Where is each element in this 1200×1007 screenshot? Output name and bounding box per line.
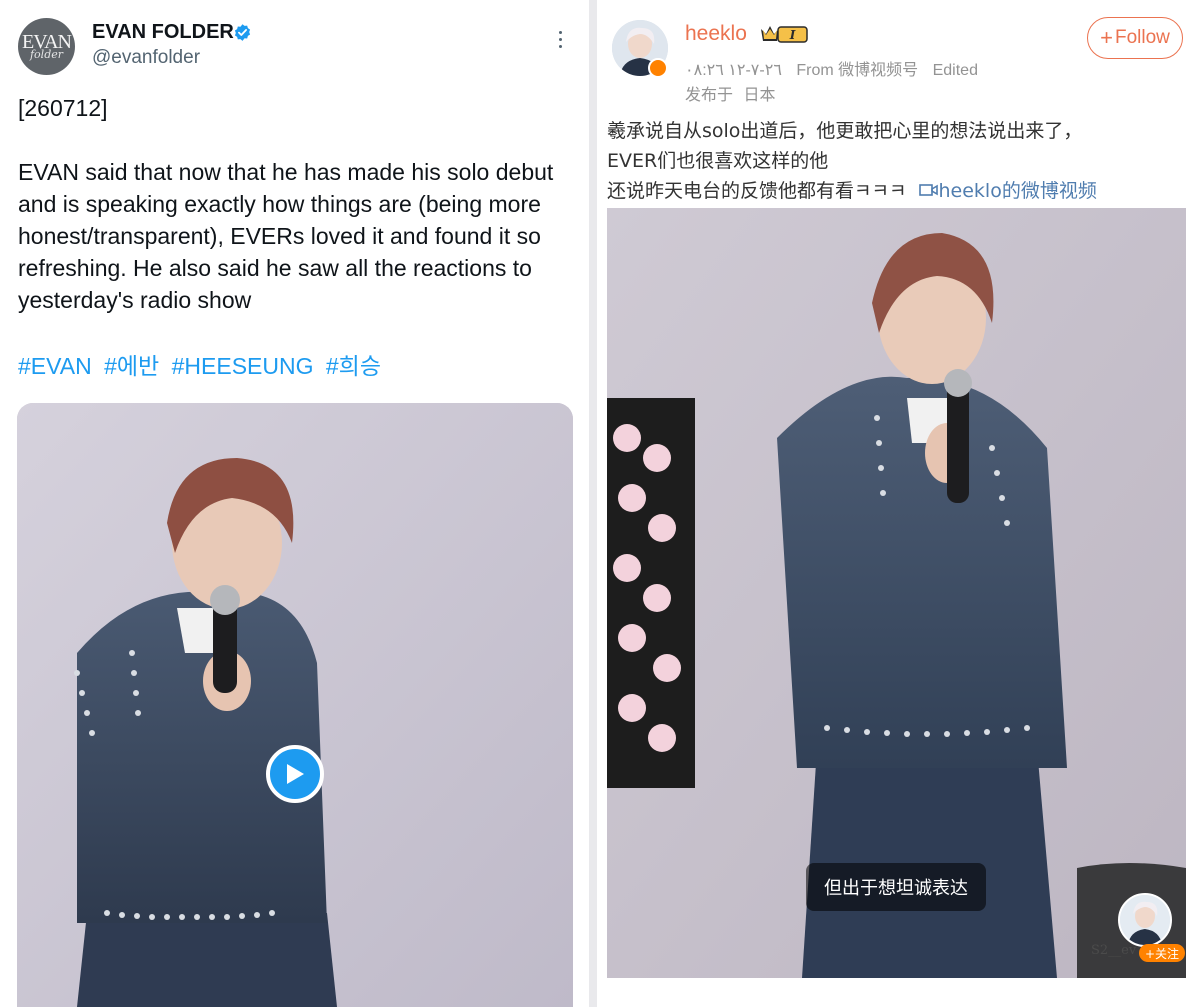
play-button[interactable] [266,745,324,803]
post-meta: ٢٦-٧-١٢ ٠٨:٢٦ From 微博视频号 Edited [685,56,988,80]
video-watermark: S2__ev [1091,943,1137,958]
post-text-segment: 还说昨天电台的反馈他都有看ㅋㅋㅋ [607,180,907,202]
hashtag-list: #EVAN #에반 #HEESEUNG #희승 [18,347,387,381]
follow-button[interactable]: + Follow [1087,17,1183,59]
edited-label: Edited [932,62,978,79]
play-icon [287,764,304,784]
post-text: 羲承说自从solo出道后，他更敢把心里的想法说出来了， EVER们也很喜欢这样的… [607,116,1187,206]
verified-badge-icon [234,24,251,41]
video-subtitle: 但出于想坦诚表达 [806,863,986,911]
hashtag-link[interactable]: #희승 [326,353,381,379]
user-handle[interactable]: @evanfolder [92,47,200,69]
follow-label: Follow [1114,27,1170,48]
timestamp: ٢٦-٧-١٢ ٠٨:٢٦ [685,62,782,79]
location-value: 日本 [743,87,776,104]
profile-avatar[interactable]: EVAN folder [18,18,75,75]
post-location: 发布于 日本 [685,81,781,105]
post-body: EVAN said that now that he has made his … [18,159,554,313]
crown-level-icon: I [761,26,808,43]
display-name[interactable]: EVAN FOLDER [92,21,234,44]
plus-icon: + [1100,25,1113,50]
post-source: From 微博视频号 [796,62,919,79]
hashtag-link[interactable]: #EVAN [18,353,92,379]
post-text-line: 羲承说自从solo出道后，他更敢把心里的想法说出来了， [607,120,1083,142]
location-prefix: 发布于 [685,87,734,104]
post-text: [260712] EVAN said that now that he has … [18,92,573,316]
video-thumbnail[interactable] [17,403,573,1007]
verified-v-icon [648,58,668,78]
post-text-line: EVER们也很喜欢这样的他 [607,150,829,172]
video-link-label: heeklo的微博视频 [938,180,1097,202]
mini-follow-button[interactable]: +关注 [1139,944,1185,962]
creator-avatar[interactable] [1118,893,1172,947]
more-options-icon[interactable] [552,31,568,53]
level-label: I [789,28,796,42]
creator-avatar-illustration [1120,895,1170,945]
post-text-line: 还说昨天电台的反馈他都有看ㅋㅋㅋ heeklo的微博视频 [607,176,1187,206]
video-frame-illustration [17,403,573,1007]
hashtag-link[interactable]: #에반 [104,353,159,379]
hashtag-link[interactable]: #HEESEUNG [172,353,314,379]
video-link[interactable]: heeklo的微博视频 [913,180,1097,202]
username[interactable]: heeklo [685,22,747,46]
video-link-icon [918,184,938,196]
date-tag: [260712] [18,95,108,121]
